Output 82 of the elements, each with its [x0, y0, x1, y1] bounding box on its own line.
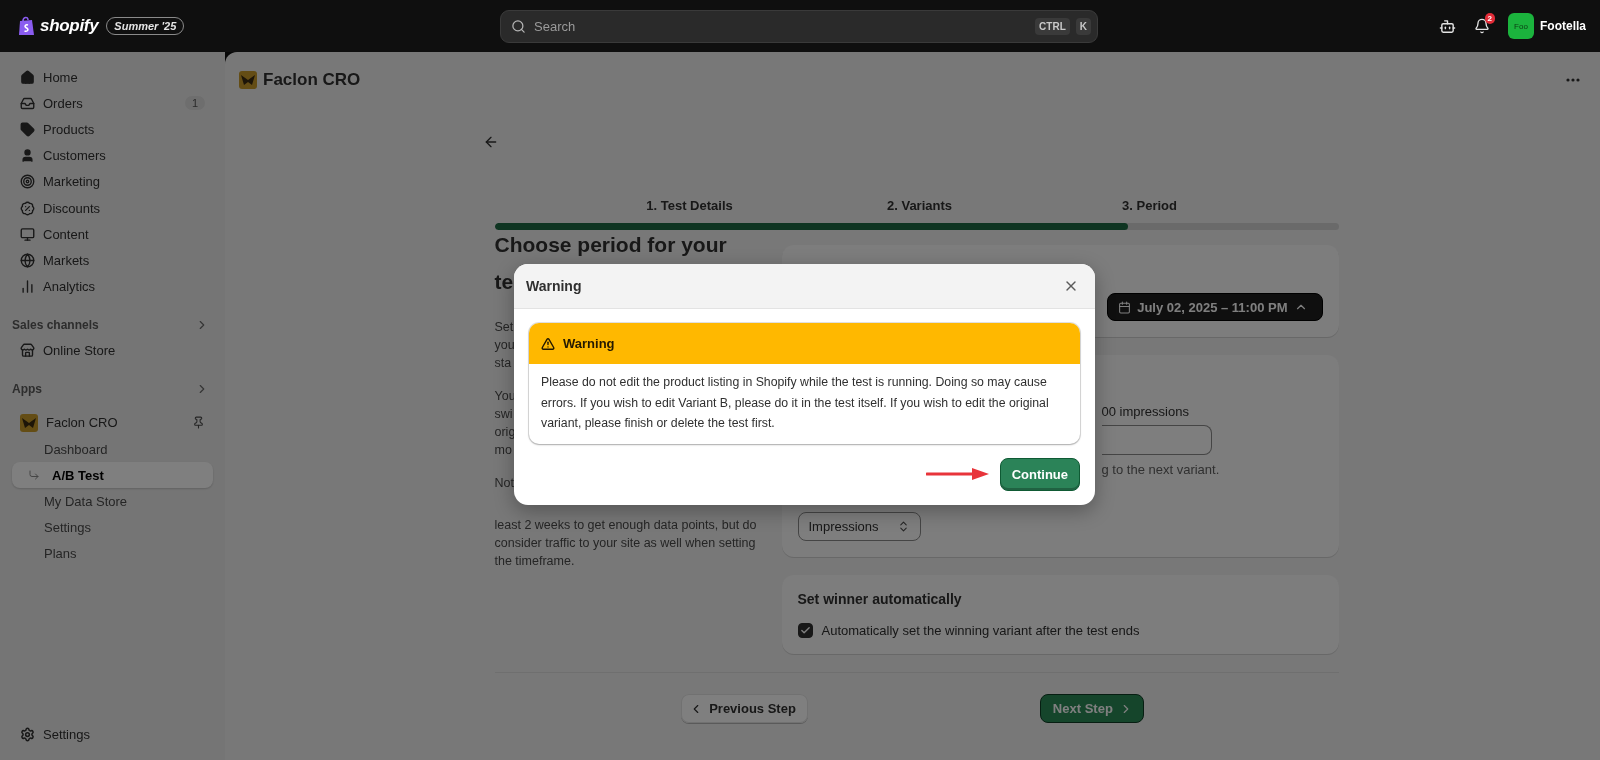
step-label: 3. Period [1121, 198, 1178, 213]
dialog-title: Warning [526, 278, 582, 294]
description-text: swi [494, 406, 513, 423]
step-label: 1. Test Details [645, 198, 734, 213]
section-title: Apps [12, 381, 42, 396]
previous-step-button[interactable]: Previous Step [681, 694, 808, 723]
search-input[interactable]: Search [532, 18, 1030, 35]
date-picker-button[interactable]: July 02, 2025 – 11:00 PM [1107, 293, 1323, 321]
bag-icon [18, 16, 36, 36]
banner-title: Warning [563, 336, 615, 351]
description-text: sta [494, 355, 512, 372]
field-hint: g to the next variant. [1101, 461, 1221, 479]
more-menu-button[interactable] [1566, 78, 1580, 82]
count-badge: 1 [184, 96, 205, 111]
metric-select[interactable]: Impressions [797, 512, 921, 541]
continue-button[interactable]: Continue [999, 457, 1080, 491]
search-bar[interactable]: Search CTRL K [500, 10, 1098, 43]
input-field[interactable] [1101, 425, 1212, 455]
search-icon [511, 19, 526, 34]
sidebar-icon [20, 226, 35, 242]
card-title: Set winner automatically [797, 591, 963, 607]
warning-message: Please do not edit the product listing in Shopify while the test is running. Doing so may cause errors. If you wish to edit Variant B, please do it in the test itself. If you wish to edit the original variant, please finish or delete the test first. [540, 374, 1050, 432]
sidebar-item[interactable]: Products [12, 116, 213, 143]
sidebar-icon [20, 200, 35, 216]
sidebar-item[interactable]: Faclon CRO [12, 409, 213, 437]
sidebar-item[interactable]: A/B Test [12, 462, 213, 489]
store-avatar[interactable]: Foo [1508, 13, 1534, 39]
description-text: the timeframe. [494, 553, 575, 570]
calendar-icon [1118, 300, 1132, 314]
settings-icon [20, 727, 35, 743]
app-title: Faclon CRO [263, 70, 361, 90]
arrow-drawing [925, 467, 990, 481]
sidebar-item[interactable]: Orders 1 [12, 90, 213, 117]
sidebar-icon [20, 279, 35, 295]
description-text: consider traffic to your site as well when setting [494, 535, 756, 552]
sidebar-item[interactable]: Analytics [12, 273, 213, 300]
shortcut-key: CTRL [1035, 18, 1070, 35]
notification-count: 2 [1484, 13, 1495, 24]
sidebar-item[interactable]: Settings [12, 721, 213, 748]
sidebar-item[interactable]: Plans [12, 540, 213, 567]
description-text: least 2 weeks to get enough data points, but do [494, 517, 757, 534]
sidebar-item[interactable]: Markets [12, 247, 213, 274]
description-text: Not [494, 475, 514, 492]
page-heading: Choose period for your [494, 232, 727, 257]
sidebar-item[interactable]: Home [12, 64, 213, 91]
sidebar-icon [20, 95, 35, 111]
sidebar-item[interactable]: Customers [12, 142, 213, 169]
sidebar-icon [20, 148, 35, 164]
section-title: Sales channels [12, 317, 99, 332]
shortcut-key: K [1075, 18, 1091, 35]
check-icon [799, 625, 811, 636]
description-text: Set [494, 319, 514, 336]
app-icon [239, 71, 257, 89]
checkbox[interactable] [797, 623, 813, 638]
sidebar-item[interactable]: Discounts [12, 194, 213, 222]
page-heading: te [494, 269, 514, 294]
warning-icon [541, 336, 555, 351]
sidebar-item[interactable]: Marketing [12, 168, 213, 195]
sidebar-item[interactable]: My Data Store [12, 488, 213, 515]
store-name[interactable]: Footella [1540, 19, 1586, 33]
ellipsis-icon [1566, 78, 1580, 82]
sidebar-icon [20, 174, 35, 190]
store-icon [20, 343, 35, 359]
description-text: mo [494, 442, 512, 459]
field-label: 00 impressions [1101, 403, 1190, 421]
next-step-button[interactable]: Next Step [1039, 694, 1144, 723]
tree-connector-icon [28, 469, 40, 482]
step-label: 2. Variants [885, 198, 953, 213]
description-text: you [494, 337, 515, 354]
sidebar-icon [20, 121, 35, 137]
robot-icon[interactable] [1439, 17, 1456, 35]
app-icon [20, 413, 38, 432]
notification-bell-icon[interactable] [1474, 18, 1490, 34]
sidebar-icon [20, 69, 35, 85]
sidebar-item[interactable]: Dashboard [12, 436, 213, 463]
checkbox-label: Automatically set the winning variant after the test ends [821, 623, 1140, 638]
sidebar-item[interactable]: Settings [12, 514, 213, 541]
sidebar-item[interactable]: Online Store [12, 337, 213, 364]
sidebar-icon [20, 252, 35, 268]
shopify-logo[interactable]: shopify [18, 16, 99, 36]
sidebar-item[interactable]: Content [12, 221, 213, 248]
pin-icon[interactable] [192, 416, 205, 430]
